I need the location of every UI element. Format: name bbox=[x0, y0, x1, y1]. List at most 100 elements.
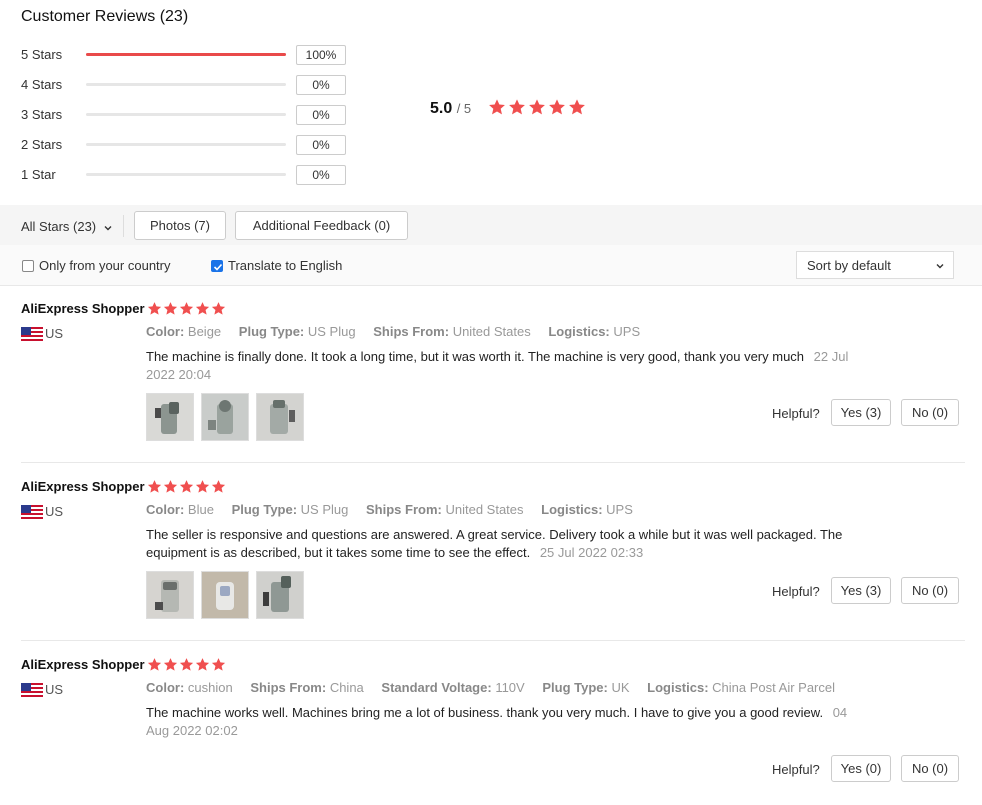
helpful-yes-button[interactable]: Yes (3) bbox=[831, 577, 891, 604]
attr-value: United States bbox=[452, 324, 531, 339]
attr-value: US Plug bbox=[307, 324, 356, 339]
review-photo[interactable] bbox=[201, 393, 249, 441]
star-icon bbox=[147, 480, 162, 493]
review-photo[interactable] bbox=[146, 393, 194, 441]
attr-value: US Plug bbox=[300, 502, 349, 517]
review-photo[interactable] bbox=[256, 393, 304, 441]
attr-key: Ships From: bbox=[366, 502, 442, 517]
helpful-label: Helpful? bbox=[772, 762, 820, 777]
rating-row-2[interactable]: 2 Stars 0% bbox=[21, 135, 351, 155]
attr-key: Color: bbox=[146, 680, 185, 695]
photos-filter-button[interactable]: Photos (7) bbox=[134, 211, 226, 240]
attr-value: China Post Air Parcel bbox=[712, 680, 836, 695]
rating-percent: 0% bbox=[296, 165, 346, 185]
helpful-label: Helpful? bbox=[772, 406, 820, 421]
rating-row-4[interactable]: 4 Stars 0% bbox=[21, 75, 351, 95]
attr-key: Plug Type: bbox=[542, 680, 608, 695]
us-flag-icon bbox=[21, 505, 43, 519]
helpful-no-button[interactable]: No (0) bbox=[901, 399, 959, 426]
sort-dropdown[interactable]: Sort by default bbox=[796, 251, 954, 279]
rating-row-5[interactable]: 5 Stars 100% bbox=[21, 45, 351, 65]
review-attributes: Color: cushion Ships From: China Standar… bbox=[146, 680, 849, 695]
chevron-down-icon bbox=[936, 264, 944, 269]
machine-photo-icon bbox=[257, 394, 303, 440]
attr-key: Logistics: bbox=[548, 324, 610, 339]
translate-checkbox[interactable] bbox=[211, 260, 223, 272]
review-stars bbox=[147, 479, 227, 499]
rating-percent: 0% bbox=[296, 105, 346, 125]
filter-divider bbox=[123, 215, 124, 237]
machine-photo-icon bbox=[147, 572, 193, 618]
rating-percent: 100% bbox=[296, 45, 346, 65]
star-icon bbox=[509, 99, 525, 115]
reviewer-country: US bbox=[45, 326, 64, 341]
review-text: The machine is finally done. It took a l… bbox=[146, 349, 805, 364]
star-icon bbox=[489, 99, 505, 115]
rating-label: 1 Star bbox=[21, 167, 56, 182]
us-flag-icon bbox=[21, 683, 43, 697]
star-icon bbox=[211, 658, 226, 671]
review-photo[interactable] bbox=[201, 571, 249, 619]
attr-key: Ships From: bbox=[373, 324, 450, 339]
star-icon bbox=[569, 99, 585, 115]
star-icon bbox=[147, 658, 162, 671]
attr-value: Beige bbox=[187, 324, 222, 339]
helpful-label: Helpful? bbox=[772, 584, 820, 599]
reviewer-name: AliExpress Shopper bbox=[21, 657, 145, 672]
star-icon bbox=[147, 302, 162, 315]
rating-bar-fill bbox=[86, 53, 286, 56]
reviewer-country: US bbox=[45, 682, 64, 697]
attr-value: Blue bbox=[187, 502, 214, 517]
review-text-block: The seller is responsive and questions a… bbox=[146, 526, 856, 562]
translate-label: Translate to English bbox=[228, 258, 343, 273]
attr-key: Standard Voltage: bbox=[381, 680, 492, 695]
star-icon bbox=[529, 99, 545, 115]
rating-bar bbox=[86, 143, 286, 146]
machine-photo-icon bbox=[202, 394, 248, 440]
review-text-block: The machine is finally done. It took a l… bbox=[146, 348, 866, 384]
chevron-down-icon bbox=[104, 225, 112, 231]
attr-value: cushion bbox=[187, 680, 233, 695]
star-icon bbox=[163, 302, 178, 315]
review-divider bbox=[21, 462, 965, 463]
star-icon bbox=[211, 302, 226, 315]
star-icon bbox=[195, 658, 210, 671]
only-country-checkbox[interactable] bbox=[22, 260, 34, 272]
attr-key: Plug Type: bbox=[238, 324, 305, 339]
rating-row-1[interactable]: 1 Star 0% bbox=[21, 165, 351, 185]
helpful-yes-button[interactable]: Yes (0) bbox=[831, 755, 891, 782]
review-stars bbox=[147, 657, 227, 677]
us-flag-icon bbox=[21, 327, 43, 341]
star-icon bbox=[195, 302, 210, 315]
star-icon bbox=[195, 480, 210, 493]
attr-value: United States bbox=[445, 502, 524, 517]
rating-bar bbox=[86, 173, 286, 176]
all-stars-dropdown[interactable]: All Stars (23) bbox=[21, 219, 114, 234]
average-stars bbox=[488, 98, 588, 121]
rating-bar bbox=[86, 83, 286, 86]
rating-label: 4 Stars bbox=[21, 77, 63, 92]
rating-percent: 0% bbox=[296, 135, 346, 155]
attr-key: Color: bbox=[146, 502, 185, 517]
attr-value: 110V bbox=[495, 680, 525, 695]
review-attributes: Color: Blue Plug Type: US Plug Ships Fro… bbox=[146, 502, 647, 517]
review-photo[interactable] bbox=[256, 571, 304, 619]
additional-feedback-button[interactable]: Additional Feedback (0) bbox=[235, 211, 408, 240]
helpful-no-button[interactable]: No (0) bbox=[901, 577, 959, 604]
attr-value: UPS bbox=[606, 502, 633, 517]
review-divider bbox=[21, 640, 965, 641]
helpful-no-button[interactable]: No (0) bbox=[901, 755, 959, 782]
review-photo[interactable] bbox=[146, 571, 194, 619]
rating-label: 5 Stars bbox=[21, 47, 63, 62]
helpful-yes-button[interactable]: Yes (3) bbox=[831, 399, 891, 426]
attr-key: Logistics: bbox=[541, 502, 603, 517]
machine-photo-icon bbox=[202, 572, 248, 618]
reviewer-name: AliExpress Shopper bbox=[21, 479, 145, 494]
only-country-label: Only from your country bbox=[39, 258, 171, 273]
star-icon bbox=[179, 480, 194, 493]
star-icon bbox=[211, 480, 226, 493]
rating-row-3[interactable]: 3 Stars 0% bbox=[21, 105, 351, 125]
attr-key: Logistics: bbox=[647, 680, 709, 695]
all-stars-label: All Stars (23) bbox=[21, 219, 97, 234]
star-icon bbox=[163, 480, 178, 493]
